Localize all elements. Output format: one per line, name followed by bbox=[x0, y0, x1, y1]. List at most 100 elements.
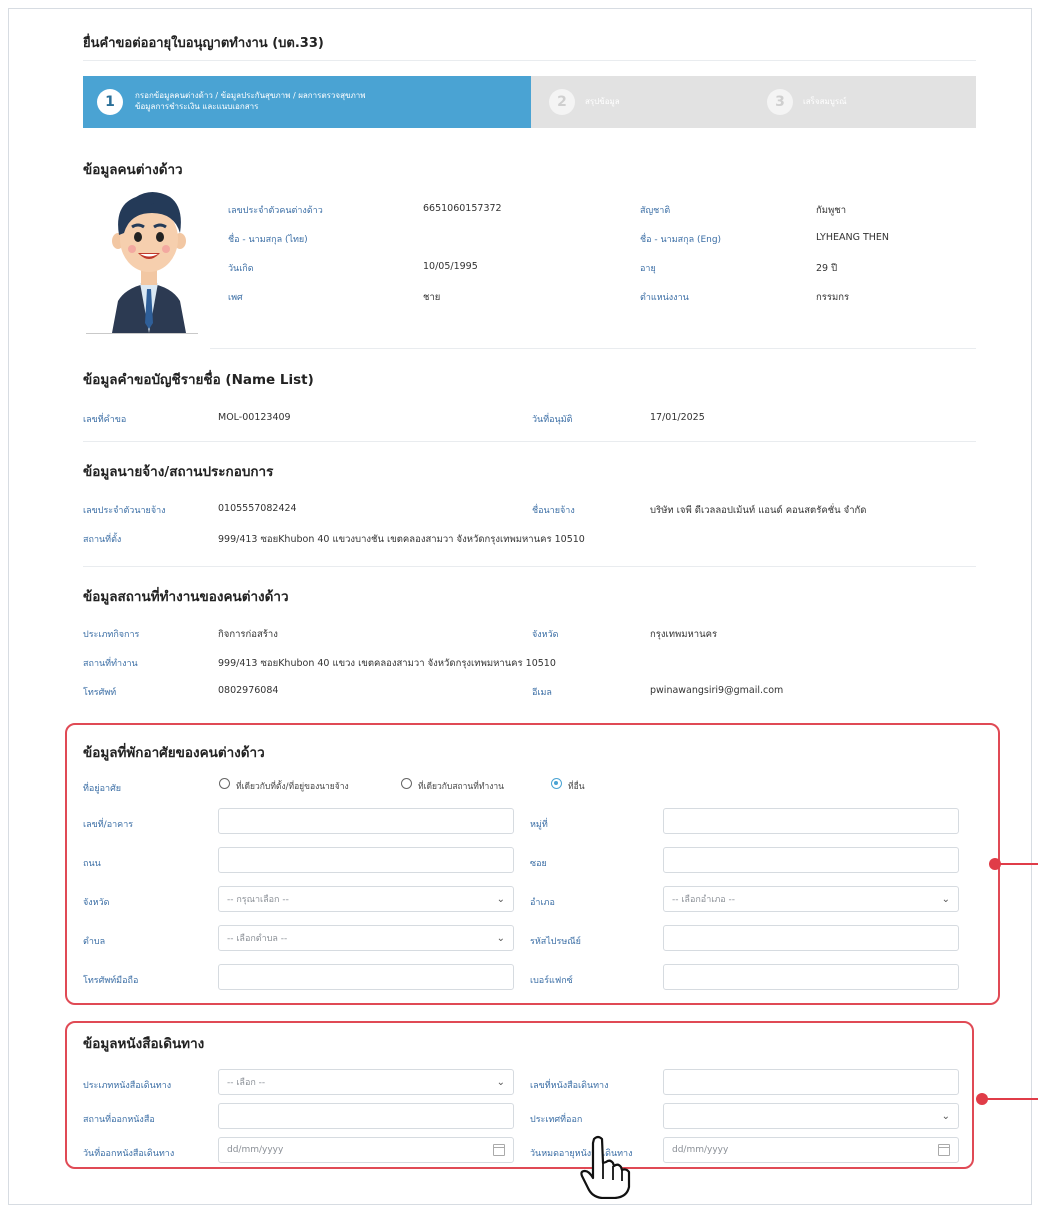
step-1-number: 1 bbox=[97, 89, 123, 115]
district-placeholder: -- เลือกอำเภอ -- bbox=[672, 895, 736, 905]
position-value: กรรมกร bbox=[816, 292, 850, 303]
approve-date-value: 17/01/2025 bbox=[650, 412, 705, 423]
radio-other-address[interactable] bbox=[551, 778, 562, 789]
step-3-number: 3 bbox=[767, 89, 793, 115]
email-label: อีเมล bbox=[532, 688, 552, 698]
residence-callout-line bbox=[999, 863, 1038, 865]
radio-other-address-label: ที่อื่น bbox=[568, 782, 585, 792]
radio-employer-address-label: ที่เดียวกับที่ตั้ง/ที่อยู่ของนายจ้าง bbox=[236, 782, 349, 792]
workplace-province-value: กรุงเทพมหานคร bbox=[650, 629, 718, 640]
calendar-icon[interactable] bbox=[493, 1144, 505, 1156]
residence-province-placeholder: -- กรุณาเลือก -- bbox=[227, 895, 289, 905]
phone-label: โทรศัพท์ bbox=[83, 688, 117, 698]
page-title: ยื่นคำขอต่ออายุใบอนุญาตทำงาน (บต.33) bbox=[83, 36, 324, 51]
soi-label: ซอย bbox=[530, 859, 547, 869]
road-label: ถนน bbox=[83, 859, 101, 869]
passport-no-input[interactable] bbox=[663, 1069, 959, 1095]
age-label: อายุ bbox=[640, 264, 656, 274]
issue-date-placeholder: dd/mm/yyyy bbox=[227, 1145, 284, 1155]
business-type-label: ประเภทกิจการ bbox=[83, 630, 140, 640]
step-1: 1 กรอกข้อมูลคนต่างด้าว / ข้อมูลประกันสุข… bbox=[83, 76, 531, 128]
progress-stepper: 1 กรอกข้อมูลคนต่างด้าว / ข้อมูลประกันสุข… bbox=[83, 76, 976, 128]
residence-province-label: จังหวัด bbox=[83, 898, 110, 908]
employer-address-label: สถานที่ตั้ง bbox=[83, 535, 122, 545]
step-2-number: 2 bbox=[549, 89, 575, 115]
mobile-input[interactable] bbox=[218, 964, 514, 990]
fax-label: เบอร์แฟกซ์ bbox=[530, 976, 573, 986]
subdistrict-label: ตำบล bbox=[83, 937, 106, 947]
request-no-label: เลขที่คำขอ bbox=[83, 415, 127, 425]
zip-input[interactable] bbox=[663, 925, 959, 951]
radio-workplace-address[interactable] bbox=[401, 778, 412, 789]
position-label: ตำแหน่งงาน bbox=[640, 293, 689, 303]
birthdate-value: 10/05/1995 bbox=[423, 261, 478, 272]
employer-name-value: บริษัท เจพี ดีเวลลอปเม้นท์ แอนด์ คอนสตรั… bbox=[650, 505, 867, 516]
road-input[interactable] bbox=[218, 847, 514, 873]
nationality-label: สัญชาติ bbox=[640, 206, 671, 216]
zip-label: รหัสไปรษณีย์ bbox=[530, 937, 581, 947]
moo-input[interactable] bbox=[663, 808, 959, 834]
fax-input[interactable] bbox=[663, 964, 959, 990]
passport-type-label: ประเภทหนังสือเดินทาง bbox=[83, 1081, 172, 1091]
chevron-down-icon: ⌄ bbox=[496, 932, 505, 944]
approve-date-label: วันที่อนุมัติ bbox=[532, 415, 573, 425]
radio-employer-address[interactable] bbox=[219, 778, 230, 789]
issue-date-input[interactable]: dd/mm/yyyy bbox=[218, 1137, 514, 1163]
namelist-heading: ข้อมูลคำขอบัญชีรายชื่อ (Name List) bbox=[83, 372, 314, 388]
name-thai-label: ชื่อ - นามสกุล (ไทย) bbox=[228, 235, 308, 245]
foreigner-heading: ข้อมูลคนต่างด้าว bbox=[83, 162, 183, 178]
step-1-label-line2: ข้อมูลการชำระเงิน และแนบเอกสาร bbox=[135, 102, 259, 111]
subdistrict-select[interactable]: -- เลือกตำบล -- ⌄ bbox=[218, 925, 514, 951]
expire-date-input[interactable]: dd/mm/yyyy bbox=[663, 1137, 959, 1163]
nationality-value: กัมพูชา bbox=[816, 205, 847, 216]
email-value: pwinawangsiri9@gmail.com bbox=[650, 685, 784, 696]
calendar-icon[interactable] bbox=[938, 1144, 950, 1156]
avatar bbox=[104, 183, 194, 333]
soi-input[interactable] bbox=[663, 847, 959, 873]
radio-workplace-address-label: ที่เดียวกับสถานที่ทำงาน bbox=[418, 782, 504, 792]
passport-no-label: เลขที่หนังสือเดินทาง bbox=[530, 1081, 609, 1091]
residence-type-label: ที่อยู่อาศัย bbox=[83, 784, 122, 794]
issue-date-label: วันที่ออกหนังสือเดินทาง bbox=[83, 1149, 175, 1159]
phone-value: 0802976084 bbox=[218, 685, 279, 696]
gender-value: ชาย bbox=[423, 292, 441, 303]
passport-type-select[interactable]: -- เลือก -- ⌄ bbox=[218, 1069, 514, 1095]
alien-id-value: 6651060157372 bbox=[423, 203, 502, 214]
step-3-label: เสร็จสมบูรณ์ bbox=[803, 97, 847, 106]
business-type-value: กิจการก่อสร้าง bbox=[218, 629, 278, 640]
step-2-3: 2 สรุปข้อมูล 3 เสร็จสมบูรณ์ bbox=[531, 76, 976, 128]
mobile-label: โทรศัพท์มือถือ bbox=[83, 976, 139, 986]
issue-country-label: ประเทศที่ออก bbox=[530, 1115, 583, 1125]
passport-heading: ข้อมูลหนังสือเดินทาง bbox=[83, 1036, 205, 1052]
issue-country-select[interactable]: ⌄ bbox=[663, 1103, 959, 1129]
request-no-value: MOL-00123409 bbox=[218, 412, 291, 423]
gender-label: เพศ bbox=[228, 293, 243, 303]
employer-address-value: 999/413 ซอยKhubon 40 แขวงบางชัน เขตคลองส… bbox=[218, 534, 585, 545]
workplace-address-label: สถานที่ทำงาน bbox=[83, 659, 138, 669]
issue-place-input[interactable] bbox=[218, 1103, 514, 1129]
employer-name-label: ชื่อนายจ้าง bbox=[532, 506, 575, 516]
chevron-down-icon: ⌄ bbox=[941, 1110, 950, 1122]
issue-place-label: สถานที่ออกหนังสือ bbox=[83, 1115, 155, 1125]
name-eng-label: ชื่อ - นามสกุล (Eng) bbox=[640, 235, 722, 245]
district-select[interactable]: -- เลือกอำเภอ -- ⌄ bbox=[663, 886, 959, 912]
name-eng-value: LYHEANG THEN bbox=[816, 232, 890, 243]
step-1-label-line1: กรอกข้อมูลคนต่างด้าว / ข้อมูลประกันสุขภา… bbox=[135, 91, 366, 100]
house-no-input[interactable] bbox=[218, 808, 514, 834]
workplace-heading: ข้อมูลสถานที่ทำงานของคนต่างด้าว bbox=[83, 589, 289, 605]
residence-province-select[interactable]: -- กรุณาเลือก -- ⌄ bbox=[218, 886, 514, 912]
house-no-label: เลขที่/อาคาร bbox=[83, 820, 134, 830]
age-value: 29 ปี bbox=[816, 263, 838, 274]
employer-id-value: 0105557082424 bbox=[218, 503, 297, 514]
alien-id-label: เลขประจำตัวคนต่างด้าว bbox=[228, 206, 323, 216]
step-2-label: สรุปข้อมูล bbox=[585, 97, 620, 106]
workplace-address-value: 999/413 ซอยKhubon 40 แขวง เขตคลองสามวา จ… bbox=[218, 658, 556, 669]
expire-date-placeholder: dd/mm/yyyy bbox=[672, 1145, 729, 1155]
chevron-down-icon: ⌄ bbox=[941, 893, 950, 905]
chevron-down-icon: ⌄ bbox=[496, 1076, 505, 1088]
employer-id-label: เลขประจำตัวนายจ้าง bbox=[83, 506, 166, 516]
passport-callout-line bbox=[986, 1098, 1038, 1100]
pointer-hand-icon bbox=[580, 1135, 631, 1199]
chevron-down-icon: ⌄ bbox=[496, 893, 505, 905]
subdistrict-placeholder: -- เลือกตำบล -- bbox=[227, 934, 288, 944]
